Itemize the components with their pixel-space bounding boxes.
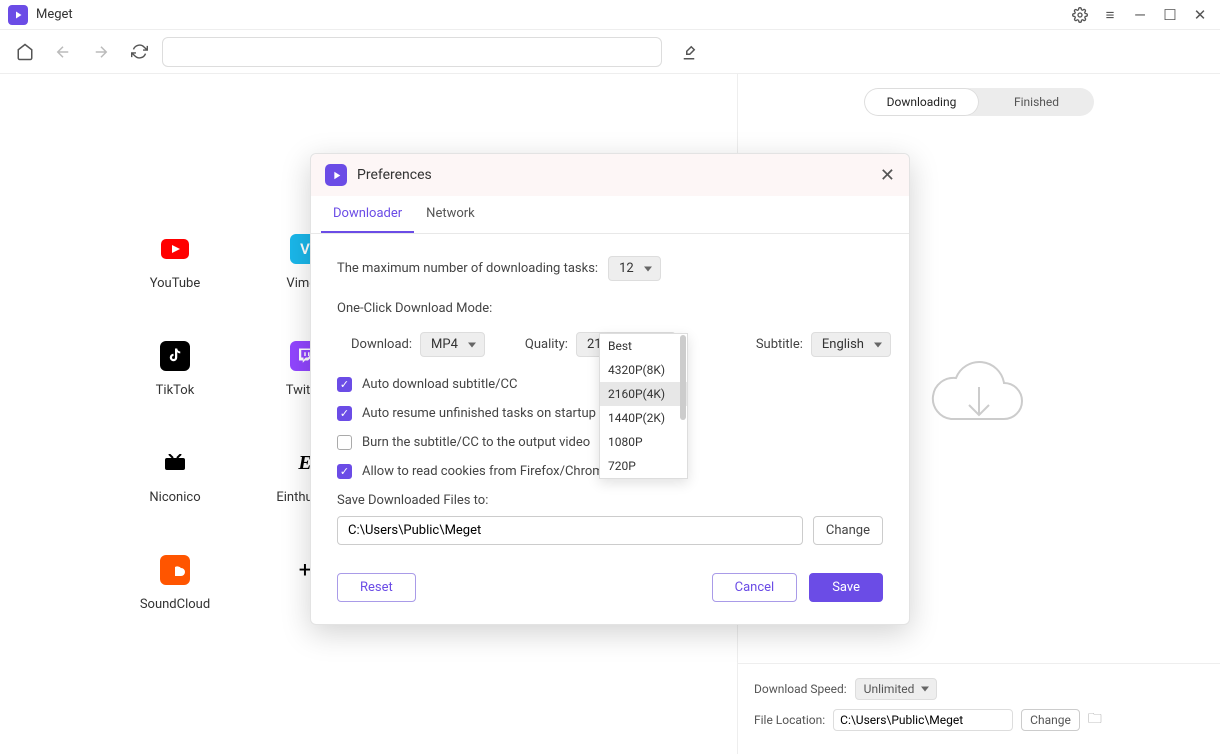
location-label: File Location: [754, 713, 825, 727]
reload-icon[interactable] [124, 37, 154, 67]
cancel-button[interactable]: Cancel [712, 573, 798, 602]
site-niconico[interactable]: Niconico [110, 448, 240, 505]
save-button[interactable]: Save [809, 573, 883, 602]
home-icon[interactable] [10, 37, 40, 67]
quality-option[interactable]: 2160P(4K) [600, 382, 687, 406]
download-tab-segment: Downloading Finished [864, 88, 1094, 116]
checkbox-burn-subtitle[interactable] [337, 435, 352, 450]
back-icon[interactable] [48, 37, 78, 67]
settings-icon[interactable] [1068, 3, 1092, 27]
menu-icon[interactable]: ≡ [1098, 3, 1122, 27]
save-path-change-button[interactable]: Change [813, 516, 883, 545]
download-format-label: Download: [351, 337, 412, 352]
tiktok-icon [160, 341, 190, 371]
quality-dropdown: Best 4320P(8K) 2160P(4K) 1440P(2K) 1080P… [599, 333, 688, 479]
checkbox-auto-subtitle-label: Auto download subtitle/CC [362, 377, 517, 392]
site-tiktok[interactable]: TikTok [110, 341, 240, 398]
modal-tabs: Downloader Network [311, 196, 909, 234]
save-path-input[interactable] [337, 516, 803, 545]
dropdown-scrollbar[interactable] [680, 335, 686, 420]
modal-close-button[interactable]: ✕ [880, 165, 895, 186]
reset-button[interactable]: Reset [337, 573, 416, 602]
checkbox-read-cookies-label: Allow to read cookies from Firefox/Chrom… [362, 464, 611, 479]
title-bar: Meget ≡ — ☐ ✕ [0, 0, 1220, 30]
modal-header: Preferences ✕ [311, 154, 909, 196]
checkbox-auto-resume[interactable] [337, 406, 352, 421]
maximize-button[interactable]: ☐ [1158, 3, 1182, 27]
youtube-icon [160, 234, 190, 264]
location-change-button[interactable]: Change [1021, 709, 1080, 731]
site-label: TikTok [156, 383, 195, 398]
modal-title: Preferences [357, 167, 432, 183]
url-input[interactable] [162, 37, 662, 67]
checkbox-auto-resume-label: Auto resume unfinished tasks on startup [362, 406, 596, 421]
brush-icon[interactable] [674, 37, 704, 67]
max-tasks-label: The maximum number of downloading tasks: [337, 261, 598, 276]
site-label: SoundCloud [140, 597, 210, 612]
app-name: Meget [36, 7, 73, 22]
tab-network[interactable]: Network [414, 196, 487, 233]
folder-icon[interactable]: 🗀 [1088, 708, 1102, 732]
quality-option[interactable]: 4320P(8K) [600, 358, 687, 382]
tab-finished[interactable]: Finished [979, 88, 1094, 116]
download-format-select[interactable]: MP4 [420, 332, 485, 357]
speed-label: Download Speed: [754, 682, 847, 696]
browser-toolbar [0, 30, 1220, 74]
close-button[interactable]: ✕ [1188, 3, 1212, 27]
max-tasks-select[interactable]: 12 [608, 256, 661, 281]
quality-label: Quality: [525, 337, 568, 352]
niconico-icon [160, 448, 190, 478]
downloads-footer: Download Speed: Unlimited File Location:… [738, 663, 1220, 754]
minimize-button[interactable]: — [1128, 3, 1152, 27]
mode-label: One-Click Download Mode: [337, 301, 883, 316]
checkbox-auto-subtitle[interactable] [337, 377, 352, 392]
quality-option[interactable]: 720P [600, 454, 687, 478]
tab-downloader[interactable]: Downloader [321, 196, 414, 233]
subtitle-select[interactable]: English [811, 332, 891, 357]
speed-select[interactable]: Unlimited [855, 678, 938, 700]
site-label: Niconico [149, 490, 200, 505]
site-label: YouTube [150, 276, 201, 291]
quality-option[interactable]: Best [600, 334, 687, 358]
quality-option[interactable]: 1080P [600, 430, 687, 454]
cloud-download-icon [929, 359, 1029, 434]
site-youtube[interactable]: YouTube [110, 234, 240, 291]
location-input[interactable] [833, 709, 1013, 731]
modal-logo [325, 164, 347, 186]
tab-downloading[interactable]: Downloading [864, 88, 979, 116]
subtitle-label: Subtitle: [756, 337, 803, 352]
site-soundcloud[interactable]: SoundCloud [110, 555, 240, 612]
soundcloud-icon [160, 555, 190, 585]
quality-option[interactable]: 1440P(2K) [600, 406, 687, 430]
forward-icon[interactable] [86, 37, 116, 67]
checkbox-read-cookies[interactable] [337, 464, 352, 479]
app-logo [8, 5, 28, 25]
save-path-label: Save Downloaded Files to: [337, 493, 488, 508]
checkbox-burn-subtitle-label: Burn the subtitle/CC to the output video [362, 435, 590, 450]
